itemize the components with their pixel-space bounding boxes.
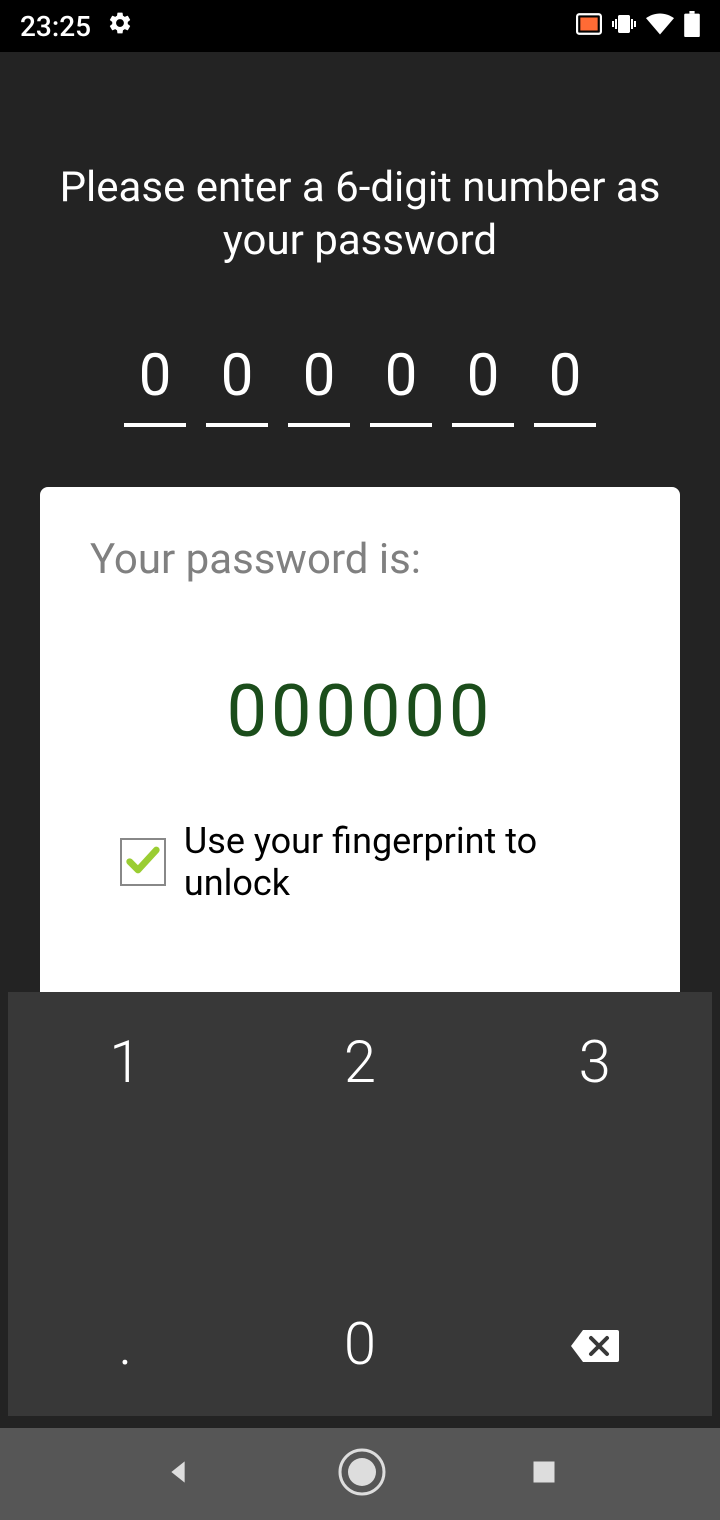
digit-underline xyxy=(534,423,596,427)
dialog-title: Your password is: xyxy=(90,535,630,584)
navigation-bar xyxy=(0,1428,720,1520)
key-1[interactable]: 1 xyxy=(8,992,243,1133)
digit-underline xyxy=(206,423,268,427)
wifi-icon xyxy=(646,13,674,39)
digit-underline xyxy=(452,423,514,427)
digit-value: 0 xyxy=(534,347,596,405)
key-2[interactable]: 2 xyxy=(243,992,478,1133)
digit-cell-2[interactable]: 0 xyxy=(288,347,350,427)
digit-cell-1[interactable]: 0 xyxy=(206,347,268,427)
checkmark-icon xyxy=(123,840,163,884)
digit-value: 0 xyxy=(370,347,432,405)
status-bar: 23:25 xyxy=(0,0,720,52)
back-button[interactable] xyxy=(162,1456,194,1492)
status-left: 23:25 xyxy=(20,10,133,43)
vibrate-icon xyxy=(612,12,636,40)
digit-underline xyxy=(288,423,350,427)
backspace-icon xyxy=(569,1311,621,1379)
cast-icon xyxy=(576,13,602,39)
numeric-keypad: 1 2 3 . 0 xyxy=(8,992,712,1416)
digit-underline xyxy=(370,423,432,427)
digit-value: 0 xyxy=(288,347,350,405)
key-backspace[interactable] xyxy=(477,1275,712,1416)
digit-underline xyxy=(124,423,186,427)
recents-button[interactable] xyxy=(530,1458,558,1490)
home-button[interactable] xyxy=(338,1448,386,1500)
digit-cell-5[interactable]: 0 xyxy=(534,347,596,427)
digit-value: 0 xyxy=(124,347,186,405)
status-right xyxy=(576,11,700,41)
key-dot[interactable]: . xyxy=(8,1275,243,1416)
digit-cell-4[interactable]: 0 xyxy=(452,347,514,427)
fingerprint-checkbox-row[interactable]: Use your fingerprint to unlock xyxy=(120,820,630,904)
status-time: 23:25 xyxy=(20,10,91,43)
digit-cell-3[interactable]: 0 xyxy=(370,347,432,427)
key-3[interactable]: 3 xyxy=(477,992,712,1133)
checkbox[interactable] xyxy=(120,838,166,886)
main-area: Please enter a 6-digit number as your pa… xyxy=(0,52,720,1428)
digit-cell-0[interactable]: 0 xyxy=(124,347,186,427)
checkbox-label: Use your fingerprint to unlock xyxy=(184,820,630,904)
key-0[interactable]: 0 xyxy=(243,1275,478,1416)
digit-input-row: 0 0 0 0 0 0 xyxy=(0,347,720,427)
password-display: 000000 xyxy=(90,669,630,754)
digit-value: 0 xyxy=(206,347,268,405)
battery-icon xyxy=(684,11,700,41)
instruction-text: Please enter a 6-digit number as your pa… xyxy=(0,52,720,267)
gear-icon xyxy=(107,10,133,43)
digit-value: 0 xyxy=(452,347,514,405)
